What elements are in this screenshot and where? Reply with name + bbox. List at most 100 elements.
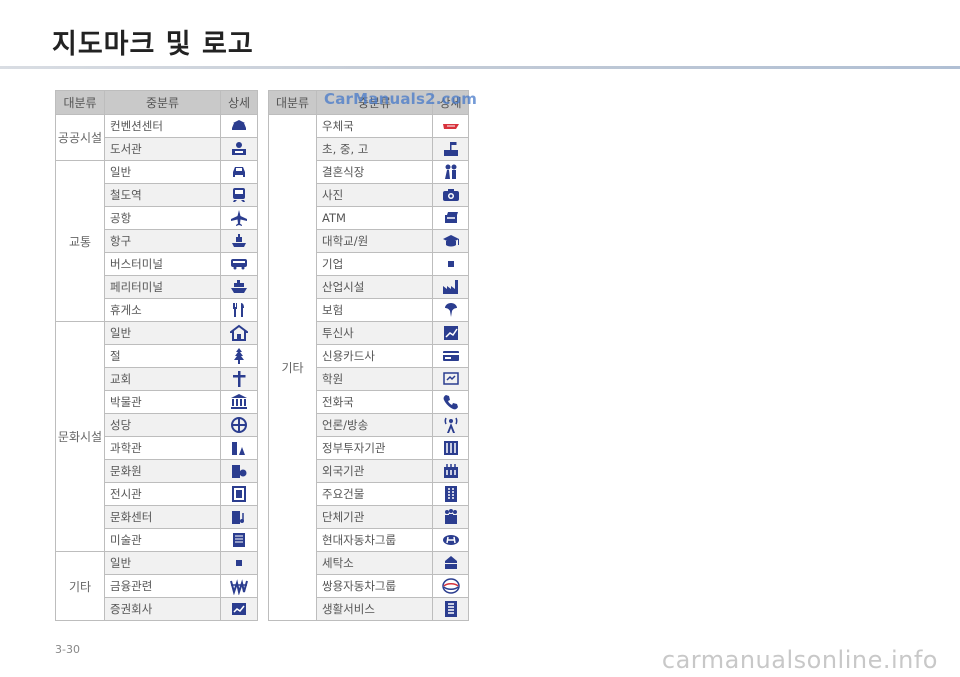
university-icon (432, 229, 469, 253)
minor-category: 학원 (316, 367, 433, 391)
header-major: 대분류 (268, 90, 317, 115)
minor-category: 사진 (316, 183, 433, 207)
hyundai-logo-icon (432, 528, 469, 552)
minor-category: 쌍용자동차그룹 (316, 574, 433, 598)
minor-category: 투신사 (316, 321, 433, 345)
minor-category: 금융관련 (104, 574, 221, 598)
minor-category: 산업시설 (316, 275, 433, 299)
dot-icon (432, 252, 469, 276)
cathedral-icon (220, 413, 258, 437)
poi-table-right: 대분류 중분류 상세 기타 우체국 초, 중, 고 결혼식장 사진 ATM 대학교/원 기업 산… (268, 90, 469, 621)
minor-category: 버스터미널 (104, 252, 221, 276)
camera-icon (432, 183, 469, 207)
header-detail: 상세 (220, 90, 258, 115)
table-row: 교통 일반 (55, 160, 258, 322)
government-icon (432, 436, 469, 460)
service-icon (432, 597, 469, 621)
post-office-icon (432, 114, 469, 138)
minor-category: 문화센터 (104, 505, 221, 529)
minor-category: 미술관 (104, 528, 221, 552)
header-minor: 중분류 (104, 90, 221, 115)
exhibition-icon (220, 482, 258, 506)
phone-icon (432, 390, 469, 414)
table-row: 문화시설 일반 (55, 321, 258, 552)
bus-icon (220, 252, 258, 276)
car-icon (220, 160, 258, 184)
minor-category: 초, 중, 고 (316, 137, 433, 161)
minor-category: 컨벤션센터 (104, 114, 221, 138)
minor-category: 현대자동차그룹 (316, 528, 433, 552)
minor-category: 일반 (104, 321, 221, 345)
airplane-icon (220, 206, 258, 230)
title-divider (0, 66, 960, 69)
minor-category: 신용카드사 (316, 344, 433, 368)
minor-category: 도서관 (104, 137, 221, 161)
culture-icon (220, 459, 258, 483)
minor-category: 전시관 (104, 482, 221, 506)
minor-category: 단체기관 (316, 505, 433, 529)
cross-icon (220, 367, 258, 391)
rest-area-icon (220, 298, 258, 322)
minor-category: 생활서비스 (316, 597, 433, 621)
train-icon (220, 183, 258, 207)
minor-category: 외국기관 (316, 459, 433, 483)
stock-icon (220, 597, 258, 621)
laundry-icon (432, 551, 469, 575)
minor-category: 결혼식장 (316, 160, 433, 184)
minor-category: 일반 (104, 160, 221, 184)
minor-category: 주요건물 (316, 482, 433, 506)
table-row: 기타 일반 (55, 551, 258, 621)
major-category: 문화시설 (55, 321, 105, 552)
house-icon (220, 321, 258, 345)
major-category: 기타 (55, 551, 105, 621)
minor-category: 대학교/원 (316, 229, 433, 253)
major-category: 공공시설 (55, 114, 105, 161)
ferry-icon (220, 275, 258, 299)
watermark-top: CarManuals2.com (324, 90, 478, 108)
minor-category: 과학관 (104, 436, 221, 460)
minor-category: 항구 (104, 229, 221, 253)
table-row: 공공시설 컨벤션센터 (55, 114, 258, 161)
minor-category: 성당 (104, 413, 221, 437)
minor-category: 페리터미널 (104, 275, 221, 299)
convention-icon (220, 114, 258, 138)
minor-category: 기업 (316, 252, 433, 276)
minor-category: 문화원 (104, 459, 221, 483)
minor-category: 세탁소 (316, 551, 433, 575)
minor-category: 공항 (104, 206, 221, 230)
minor-category: 철도역 (104, 183, 221, 207)
factory-icon (432, 275, 469, 299)
page-title: 지도마크 및 로고 (52, 29, 254, 60)
building-icon (432, 482, 469, 506)
atm-icon (432, 206, 469, 230)
credit-card-icon (432, 344, 469, 368)
school-icon (432, 137, 469, 161)
minor-category: 전화국 (316, 390, 433, 414)
minor-category: ATM (316, 206, 433, 230)
watermark-bottom: carmanualsonline.info (661, 646, 938, 674)
minor-category: 절 (104, 344, 221, 368)
foreign-office-icon (432, 459, 469, 483)
dot-icon (220, 551, 258, 575)
poi-table-left: 대분류 중분류 상세 공공시설 컨벤션센터 도서관 교통 일반 철도역 공항 항구 버스터미널 페… (55, 90, 258, 621)
minor-category: 정부투자기관 (316, 436, 433, 460)
minor-category: 우체국 (316, 114, 433, 138)
academy-icon (432, 367, 469, 391)
library-icon (220, 137, 258, 161)
museum-icon (220, 390, 258, 414)
minor-category: 교회 (104, 367, 221, 391)
minor-category: 박물관 (104, 390, 221, 414)
page-number: 3-30 (55, 643, 80, 656)
major-category: 교통 (55, 160, 105, 322)
investment-icon (432, 321, 469, 345)
minor-category: 증권회사 (104, 597, 221, 621)
major-category: 기타 (268, 114, 317, 621)
wedding-icon (432, 160, 469, 184)
culture-center-icon (220, 505, 258, 529)
ssangyong-logo-icon (432, 574, 469, 598)
group-icon (432, 505, 469, 529)
antenna-icon (432, 413, 469, 437)
temple-icon (220, 344, 258, 368)
header-major: 대분류 (55, 90, 105, 115)
gallery-icon (220, 528, 258, 552)
